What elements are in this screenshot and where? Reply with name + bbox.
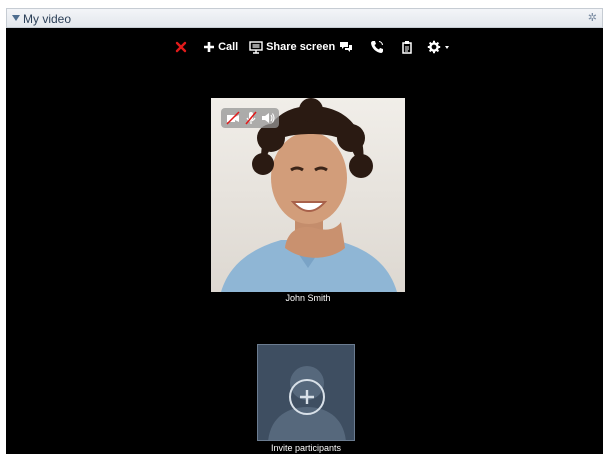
call-toolbar: Call Share screen <box>6 37 603 57</box>
collapse-triangle-icon[interactable] <box>12 15 20 21</box>
call-button[interactable]: Call <box>203 39 238 55</box>
clipboard-icon <box>402 41 412 54</box>
phone-button[interactable] <box>370 39 384 55</box>
video-controls <box>221 108 279 128</box>
call-label: Call <box>218 41 239 53</box>
participant-video[interactable] <box>211 98 405 292</box>
person-add-icon <box>268 366 346 440</box>
video-stage: Call Share screen John Smith Invite part… <box>6 28 603 454</box>
panel-settings-icon[interactable]: ✲ <box>588 11 597 24</box>
close-icon <box>175 41 187 53</box>
invite-participants-label: Invite participants <box>270 443 342 453</box>
plus-icon <box>204 42 214 53</box>
gear-icon <box>427 40 441 54</box>
participant-name: John Smith <box>285 293 331 303</box>
monitor-icon <box>249 40 263 54</box>
chat-icon <box>340 41 352 52</box>
mic-muted-icon[interactable] <box>244 111 258 125</box>
end-call-button[interactable] <box>175 39 187 55</box>
phone-icon <box>371 41 384 54</box>
share-screen-button[interactable]: Share screen <box>249 39 335 55</box>
settings-button[interactable] <box>427 39 450 55</box>
camera-off-icon[interactable] <box>226 111 240 125</box>
speaker-icon[interactable] <box>261 111 275 125</box>
notes-button[interactable] <box>401 39 413 55</box>
chat-button[interactable] <box>339 39 353 55</box>
share-screen-label: Share screen <box>266 41 336 53</box>
panel-title: My video <box>23 12 72 26</box>
invite-participants-tile[interactable] <box>257 344 355 441</box>
panel-header[interactable]: My video ✲ <box>6 8 603 28</box>
dropdown-caret-icon <box>445 46 450 50</box>
